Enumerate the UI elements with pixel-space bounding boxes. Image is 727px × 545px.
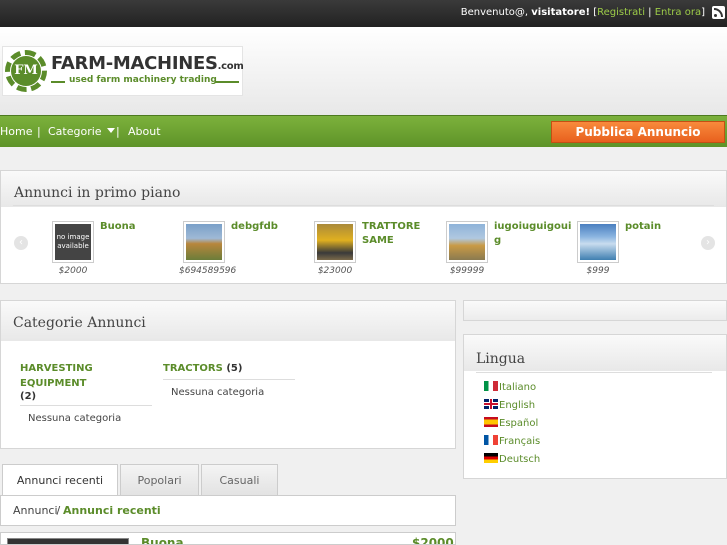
logo-rule-left	[51, 81, 65, 83]
listing-price: $2000	[412, 536, 454, 545]
header: FM FARM-MACHINES.com used farm machinery…	[0, 27, 727, 115]
item-thumbnail[interactable]	[446, 221, 488, 263]
language-label: Español	[499, 418, 539, 429]
category-entry: TRACTORS (5)	[163, 361, 295, 376]
chevron-down-icon	[106, 128, 115, 133]
flag-uk-icon	[484, 399, 498, 409]
language-option-es[interactable]: Español	[484, 417, 538, 429]
top-bar: Benvenuto@, visitatore! [Registrati | En…	[0, 0, 727, 27]
subcategory-empty: Nessuna categoria	[20, 405, 152, 424]
item-price: $694589596	[179, 266, 237, 276]
item-title[interactable]: iugoiuguigoui g	[494, 220, 574, 248]
logo-tld: .com	[217, 61, 244, 72]
tab-popular[interactable]: Popolari	[120, 464, 199, 496]
item-price: $2000	[58, 266, 88, 276]
tab-recent[interactable]: Annunci recenti	[2, 464, 118, 497]
language-label: Français	[499, 436, 541, 447]
item-title[interactable]: TRATTORE SAME	[362, 220, 442, 248]
site-logo[interactable]: FM FARM-MACHINES.com used farm machinery…	[2, 46, 244, 96]
item-price: $23000	[317, 266, 353, 276]
categories-title: Categorie Annunci	[13, 315, 146, 331]
language-label: Deutsch	[499, 454, 541, 465]
featured-title: Annunci in primo piano	[14, 185, 181, 201]
rss-icon[interactable]	[712, 6, 725, 19]
item-title[interactable]: debgfdb	[231, 220, 311, 234]
breadcrumb-current: Annunci recenti	[63, 504, 161, 517]
item-photo	[580, 224, 616, 260]
listing-title[interactable]: Buona	[141, 536, 184, 544]
listing-row[interactable]: Buona $2000	[0, 532, 456, 545]
nav-about[interactable]: About	[128, 125, 161, 138]
login-link[interactable]: Entra ora	[655, 7, 701, 18]
flag-italy-icon	[484, 381, 498, 391]
logo-initials: FM	[11, 56, 41, 86]
item-thumbnail[interactable]	[314, 221, 356, 263]
item-thumbnail[interactable]	[183, 221, 225, 263]
item-price: $999	[586, 266, 610, 276]
logo-name-text: FARM-MACHINES	[51, 53, 218, 74]
language-label: English	[499, 400, 536, 411]
divider	[13, 205, 714, 206]
tab-random[interactable]: Casuali	[201, 464, 278, 496]
language-option-en[interactable]: English	[484, 399, 535, 411]
language-label: Italiano	[499, 382, 537, 393]
categories-panel: Categorie Annunci HARVESTING EQUIPMENT (…	[0, 300, 456, 449]
listing-thumbnail[interactable]	[7, 538, 129, 544]
logo-rule-right	[215, 81, 239, 83]
language-panel: Lingua Italiano English Español Français…	[463, 334, 727, 479]
logo-tagline: used farm machinery trading	[69, 75, 217, 85]
item-photo	[317, 224, 353, 260]
subcategory-empty: Nessuna categoria	[163, 379, 295, 398]
welcome-text: Benvenuto@, visitatore! [Registrati | En…	[461, 7, 705, 18]
category-link[interactable]: HARVESTING EQUIPMENT	[20, 361, 152, 391]
item-photo	[186, 224, 222, 260]
category-column: TRACTORS (5) Nessuna categoria	[163, 361, 295, 398]
item-photo	[449, 224, 485, 260]
logo-name: FARM-MACHINES.com	[51, 53, 244, 74]
language-option-it[interactable]: Italiano	[484, 381, 536, 393]
publish-ad-button[interactable]: Pubblica Annuncio	[551, 121, 725, 143]
category-link[interactable]: TRACTORS	[163, 363, 223, 374]
welcome-prefix: Benvenuto@,	[460, 7, 532, 18]
carousel-prev-icon[interactable]: ‹	[14, 236, 28, 250]
item-title[interactable]: potain	[625, 220, 705, 234]
flag-france-icon	[484, 435, 498, 445]
register-link[interactable]: Registrati	[597, 7, 645, 18]
link-separator: |	[645, 7, 655, 18]
breadcrumb-root[interactable]: Annunci	[13, 504, 58, 517]
flag-spain-icon	[484, 417, 498, 427]
breadcrumb: Annunci / Annunci recenti	[0, 495, 456, 526]
featured-panel: Annunci in primo piano ‹ › no image avai…	[0, 170, 727, 284]
item-title[interactable]: Buona	[100, 220, 180, 234]
language-option-fr[interactable]: Français	[484, 435, 540, 447]
username: visitatore!	[531, 7, 591, 18]
category-column: HARVESTING EQUIPMENT (2) Nessuna categor…	[20, 361, 152, 424]
item-thumbnail[interactable]	[577, 221, 619, 263]
nav-separator: |	[116, 125, 120, 138]
no-image-placeholder: no image available	[55, 224, 91, 260]
nav-separator: |	[37, 125, 41, 138]
nav-categories-label: Categorie	[48, 125, 102, 138]
flag-germany-icon	[484, 453, 498, 463]
nav-home[interactable]: Home	[0, 125, 32, 138]
nav-categories[interactable]: Categorie	[48, 125, 115, 138]
item-thumbnail[interactable]: no image available	[52, 221, 94, 263]
bracket-close: ]	[701, 7, 705, 18]
divider	[476, 372, 712, 373]
language-option-de[interactable]: Deutsch	[484, 453, 540, 465]
item-price: $99999	[449, 266, 485, 276]
sidebar-empty-box	[463, 300, 727, 321]
category-count: (2)	[20, 391, 37, 402]
category-count: (5)	[226, 363, 243, 374]
main-nav: Home | Categorie | About Pubblica Annunc…	[0, 115, 727, 147]
carousel-next-icon[interactable]: ›	[701, 236, 715, 250]
language-title: Lingua	[476, 351, 526, 367]
